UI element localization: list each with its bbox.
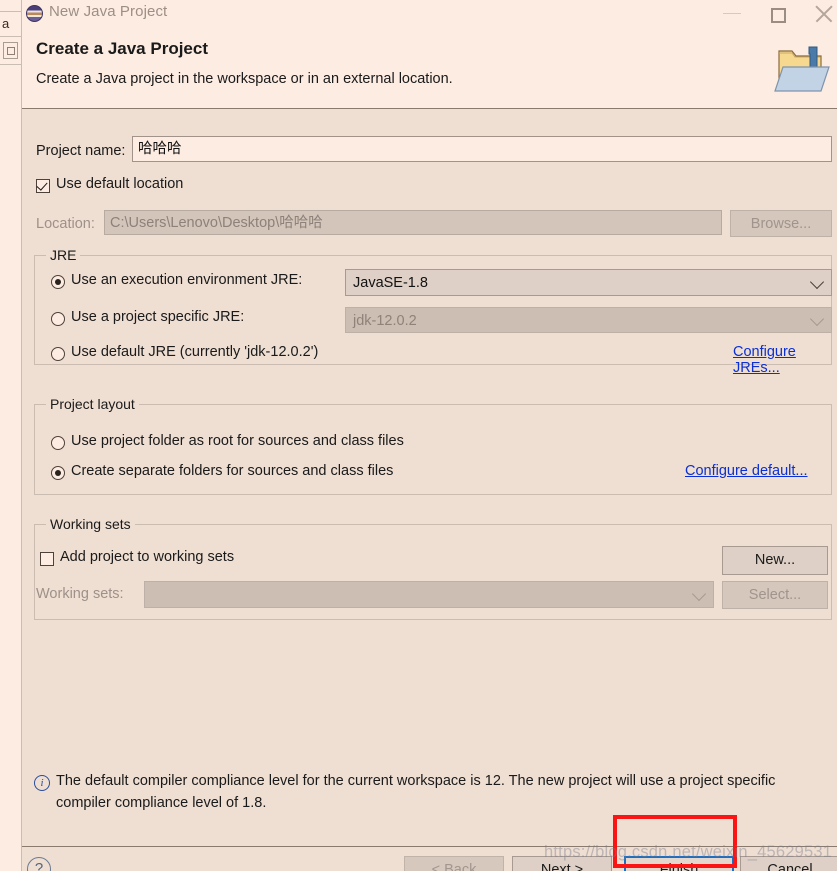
chevron-down-icon: [809, 311, 825, 327]
project-specific-jre-value: jdk-12.0.2: [353, 313, 417, 329]
radio-default-jre[interactable]: [51, 347, 65, 361]
use-default-location-label: Use default location: [56, 176, 184, 192]
configure-jres-link[interactable]: Configure JREs...: [733, 344, 837, 376]
minimize-button[interactable]: [709, 0, 755, 27]
browse-button: Browse...: [730, 210, 832, 237]
chevron-down-icon: [809, 274, 825, 289]
bg-view-icon: [3, 42, 18, 59]
dialog-body: Project name: 哈哈哈 Use default location L…: [22, 109, 837, 847]
execution-environment-value: JavaSE-1.8: [353, 275, 428, 291]
working-sets-label: Working sets:: [36, 586, 124, 602]
dialog-footer: ? < Back Next > Finish Cancel: [22, 847, 837, 871]
location-input: C:\Users\Lenovo\Desktop\哈哈哈: [104, 210, 722, 235]
background-window-fragment: a: [0, 0, 22, 871]
next-button[interactable]: Next >: [512, 856, 612, 871]
radio-project-specific-jre-label: Use a project specific JRE:: [71, 309, 245, 325]
compliance-info-message: The default compiler compliance level fo…: [56, 773, 776, 811]
cancel-button[interactable]: Cancel: [740, 856, 837, 871]
bg-fragment-text: a: [2, 16, 10, 31]
add-project-to-working-sets-label: Add project to working sets: [60, 549, 235, 565]
chevron-down-icon: [691, 586, 707, 601]
radio-project-folder-root[interactable]: [51, 436, 65, 450]
add-project-to-working-sets-checkbox[interactable]: [40, 552, 54, 566]
use-default-location-checkbox[interactable]: [36, 179, 50, 193]
maximize-button[interactable]: [755, 0, 801, 27]
bg-divider-3: [0, 64, 22, 65]
working-sets-group-title: Working sets: [46, 516, 135, 532]
project-name-label: Project name:: [36, 143, 126, 159]
bg-divider-2: [0, 36, 22, 37]
jre-group-title: JRE: [46, 247, 81, 263]
eclipse-icon: [26, 5, 43, 22]
page-title: Create a Java Project: [36, 39, 208, 58]
radio-execution-environment-jre-label: Use an execution environment JRE:: [71, 272, 303, 288]
dialog-header: Create a Java Project Create a Java proj…: [22, 27, 837, 109]
java-project-folder-icon: [774, 46, 830, 92]
finish-button[interactable]: Finish: [624, 856, 734, 871]
working-sets-combo: [144, 581, 714, 608]
info-icon: i: [34, 775, 50, 791]
screenshot-root: a New Java Project Create a Java Project…: [0, 0, 837, 871]
project-layout-group-title: Project layout: [46, 396, 139, 412]
radio-separate-folders-label: Create separate folders for sources and …: [71, 463, 394, 479]
maximize-icon: [771, 8, 786, 23]
radio-project-specific-jre[interactable]: [51, 312, 65, 326]
select-working-set-button: Select...: [722, 581, 828, 609]
help-icon[interactable]: ?: [27, 857, 51, 871]
radio-default-jre-label: Use default JRE (currently 'jdk-12.0.2'): [71, 344, 319, 360]
new-working-set-button[interactable]: New...: [722, 546, 828, 575]
radio-separate-folders[interactable]: [51, 466, 65, 480]
project-specific-jre-combo: jdk-12.0.2: [345, 307, 832, 333]
project-layout-group: Project layout: [34, 396, 832, 495]
close-button[interactable]: [801, 0, 837, 27]
location-label: Location:: [36, 216, 95, 232]
radio-project-folder-root-label: Use project folder as root for sources a…: [71, 433, 404, 449]
close-icon: [815, 5, 833, 23]
new-java-project-dialog: New Java Project Create a Java Project C…: [22, 0, 837, 871]
dialog-title: New Java Project: [49, 3, 168, 20]
dialog-titlebar: New Java Project: [22, 0, 837, 27]
radio-execution-environment-jre[interactable]: [51, 275, 65, 289]
minimize-icon: [723, 13, 741, 14]
page-subtitle: Create a Java project in the workspace o…: [36, 71, 453, 87]
configure-default-link[interactable]: Configure default...: [685, 463, 808, 479]
project-name-input[interactable]: 哈哈哈: [132, 136, 832, 162]
back-button: < Back: [404, 856, 504, 871]
execution-environment-combo[interactable]: JavaSE-1.8: [345, 269, 832, 296]
bg-divider-1: [0, 11, 22, 12]
